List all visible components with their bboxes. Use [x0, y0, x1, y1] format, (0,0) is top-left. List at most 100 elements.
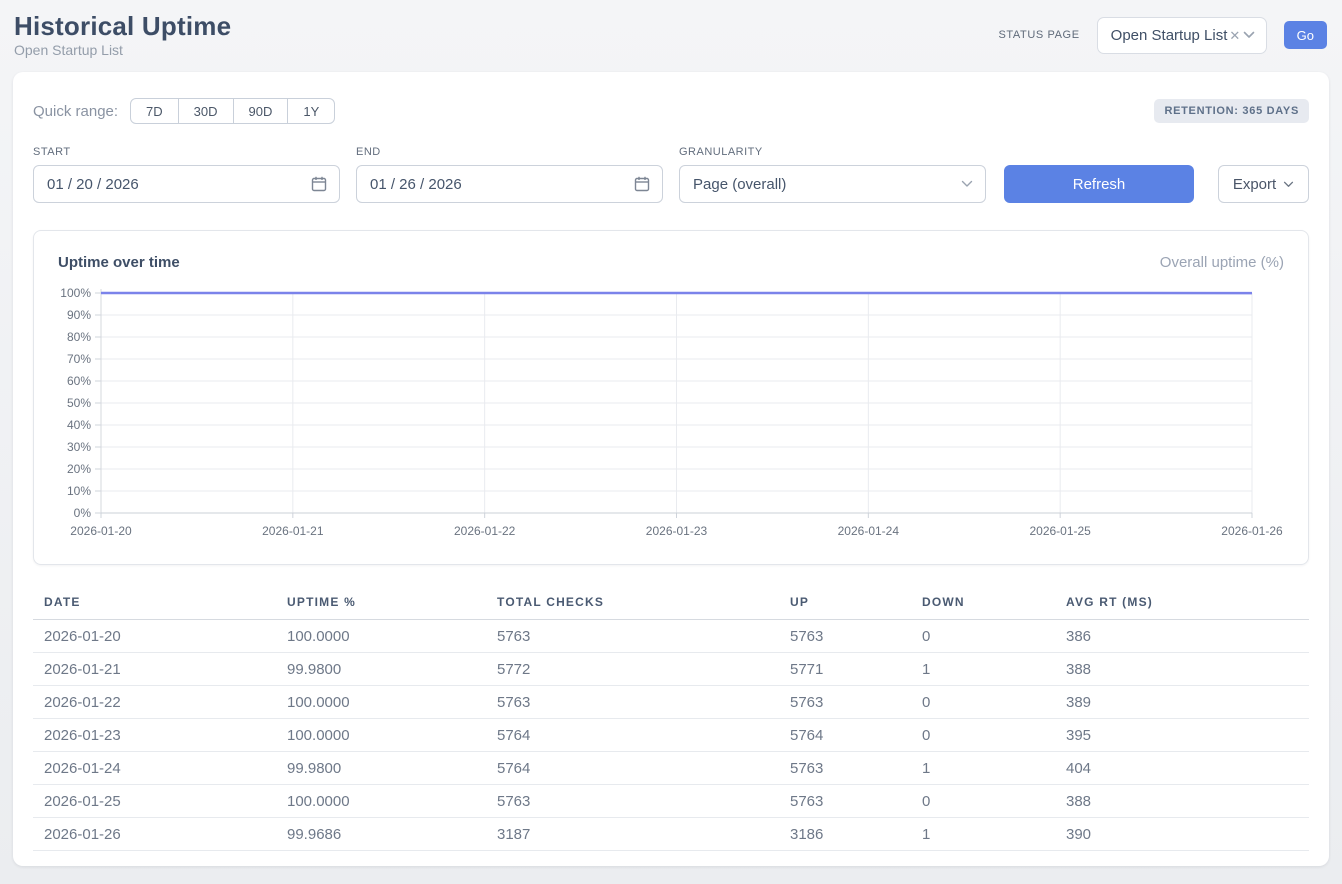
table-cell: 395: [1055, 719, 1309, 752]
chart-title: Uptime over time: [58, 254, 180, 271]
svg-text:2026-01-25: 2026-01-25: [1029, 524, 1091, 538]
table-cell: 99.9800: [276, 752, 486, 785]
table-cell: 2026-01-21: [33, 653, 276, 686]
svg-text:2026-01-23: 2026-01-23: [646, 524, 708, 538]
refresh-button[interactable]: Refresh: [1004, 165, 1194, 203]
start-date-field-group: START 01 / 20 / 2026: [33, 146, 340, 203]
table-cell: 3186: [779, 818, 911, 851]
table-cell: 2026-01-22: [33, 686, 276, 719]
export-button-label: Export: [1233, 176, 1276, 193]
table-cell: 100.0000: [276, 719, 486, 752]
table-cell: 5763: [779, 752, 911, 785]
table-cell: 2026-01-25: [33, 785, 276, 818]
granularity-field-group: GRANULARITY Page (overall): [679, 146, 986, 203]
table-cell: 5763: [779, 620, 911, 653]
svg-text:2026-01-21: 2026-01-21: [262, 524, 324, 538]
table-cell: 100.0000: [276, 785, 486, 818]
column-header: UP: [779, 595, 911, 620]
table-cell: 404: [1055, 752, 1309, 785]
page-title: Historical Uptime: [14, 11, 231, 41]
end-date-label: END: [356, 146, 663, 158]
calendar-icon[interactable]: [634, 176, 650, 192]
column-header: DOWN: [911, 595, 1055, 620]
quick-range-group: Quick range: 7D30D90D1Y: [33, 98, 335, 124]
table-cell: 0: [911, 620, 1055, 653]
column-header: AVG RT (MS): [1055, 595, 1309, 620]
table-cell: 5763: [486, 620, 779, 653]
table-cell: 5764: [779, 719, 911, 752]
uptime-chart-card: Uptime over time Overall uptime (%) 0%10…: [33, 230, 1309, 565]
page-title-block: Historical Uptime Open Startup List: [14, 11, 231, 60]
table-cell: 99.9686: [276, 818, 486, 851]
table-cell: 99.9800: [276, 653, 486, 686]
svg-text:40%: 40%: [67, 418, 91, 432]
table-cell: 5764: [486, 719, 779, 752]
quick-range-label: Quick range:: [33, 103, 118, 120]
svg-text:10%: 10%: [67, 484, 91, 498]
quick-range-30d[interactable]: 30D: [178, 98, 234, 124]
end-date-field-group: END 01 / 26 / 2026: [356, 146, 663, 203]
table-cell: 5772: [486, 653, 779, 686]
status-page-selected-value: Open Startup List: [1111, 27, 1228, 44]
uptime-table: DATEUPTIME %TOTAL CHECKSUPDOWNAVG RT (MS…: [33, 595, 1309, 851]
svg-text:100%: 100%: [60, 286, 91, 300]
table-cell: 5771: [779, 653, 911, 686]
table-cell: 2026-01-26: [33, 818, 276, 851]
table-cell: 0: [911, 686, 1055, 719]
table-cell: 1: [911, 818, 1055, 851]
table-cell: 1: [911, 653, 1055, 686]
chart-unit-label: Overall uptime (%): [1160, 254, 1284, 271]
table-header-row: DATEUPTIME %TOTAL CHECKSUPDOWNAVG RT (MS…: [33, 595, 1309, 620]
svg-text:70%: 70%: [67, 352, 91, 366]
svg-text:90%: 90%: [67, 308, 91, 322]
calendar-icon[interactable]: [311, 176, 327, 192]
end-date-value: 01 / 26 / 2026: [370, 176, 462, 193]
main-panel: Quick range: 7D30D90D1Y RETENTION: 365 D…: [13, 72, 1329, 866]
table-cell: 0: [911, 785, 1055, 818]
svg-text:2026-01-24: 2026-01-24: [838, 524, 900, 538]
retention-badge: RETENTION: 365 DAYS: [1154, 99, 1309, 123]
granularity-label: GRANULARITY: [679, 146, 986, 158]
page-header: Historical Uptime Open Startup List STAT…: [0, 0, 1342, 62]
chevron-down-icon: [1283, 181, 1294, 188]
table-cell: 3187: [486, 818, 779, 851]
export-button[interactable]: Export: [1218, 165, 1309, 203]
status-page-select[interactable]: Open Startup List ✕: [1097, 17, 1267, 54]
status-page-controls: STATUS PAGE Open Startup List ✕ Go: [998, 17, 1327, 54]
svg-text:2026-01-20: 2026-01-20: [70, 524, 132, 538]
svg-text:50%: 50%: [67, 396, 91, 410]
column-header: UPTIME %: [276, 595, 486, 620]
table-row: 2026-01-25100.0000576357630388: [33, 785, 1309, 818]
clear-selection-icon[interactable]: ✕: [1229, 29, 1240, 42]
table-row: 2026-01-2699.9686318731861390: [33, 818, 1309, 851]
table-cell: 5763: [486, 686, 779, 719]
quick-range-1y[interactable]: 1Y: [287, 98, 335, 124]
start-date-input[interactable]: 01 / 20 / 2026: [33, 165, 340, 203]
table-cell: 5763: [779, 686, 911, 719]
granularity-value: Page (overall): [693, 176, 786, 193]
svg-text:2026-01-22: 2026-01-22: [454, 524, 516, 538]
table-row: 2026-01-23100.0000576457640395: [33, 719, 1309, 752]
svg-text:30%: 30%: [67, 440, 91, 454]
end-date-input[interactable]: 01 / 26 / 2026: [356, 165, 663, 203]
svg-text:20%: 20%: [67, 462, 91, 476]
granularity-select[interactable]: Page (overall): [679, 165, 986, 203]
quick-range-90d[interactable]: 90D: [233, 98, 289, 124]
table-cell: 1: [911, 752, 1055, 785]
start-date-value: 01 / 20 / 2026: [47, 176, 139, 193]
start-date-label: START: [33, 146, 340, 158]
chevron-down-icon: [961, 180, 973, 188]
page-subtitle: Open Startup List: [14, 41, 231, 60]
svg-text:80%: 80%: [67, 330, 91, 344]
table-cell: 389: [1055, 686, 1309, 719]
go-button[interactable]: Go: [1284, 21, 1327, 49]
table-cell: 2026-01-23: [33, 719, 276, 752]
column-header: TOTAL CHECKS: [486, 595, 779, 620]
table-cell: 388: [1055, 653, 1309, 686]
table-row: 2026-01-2199.9800577257711388: [33, 653, 1309, 686]
quick-range-7d[interactable]: 7D: [130, 98, 179, 124]
table-cell: 390: [1055, 818, 1309, 851]
table-cell: 100.0000: [276, 620, 486, 653]
table-cell: 2026-01-20: [33, 620, 276, 653]
chevron-down-icon: [1243, 31, 1255, 39]
